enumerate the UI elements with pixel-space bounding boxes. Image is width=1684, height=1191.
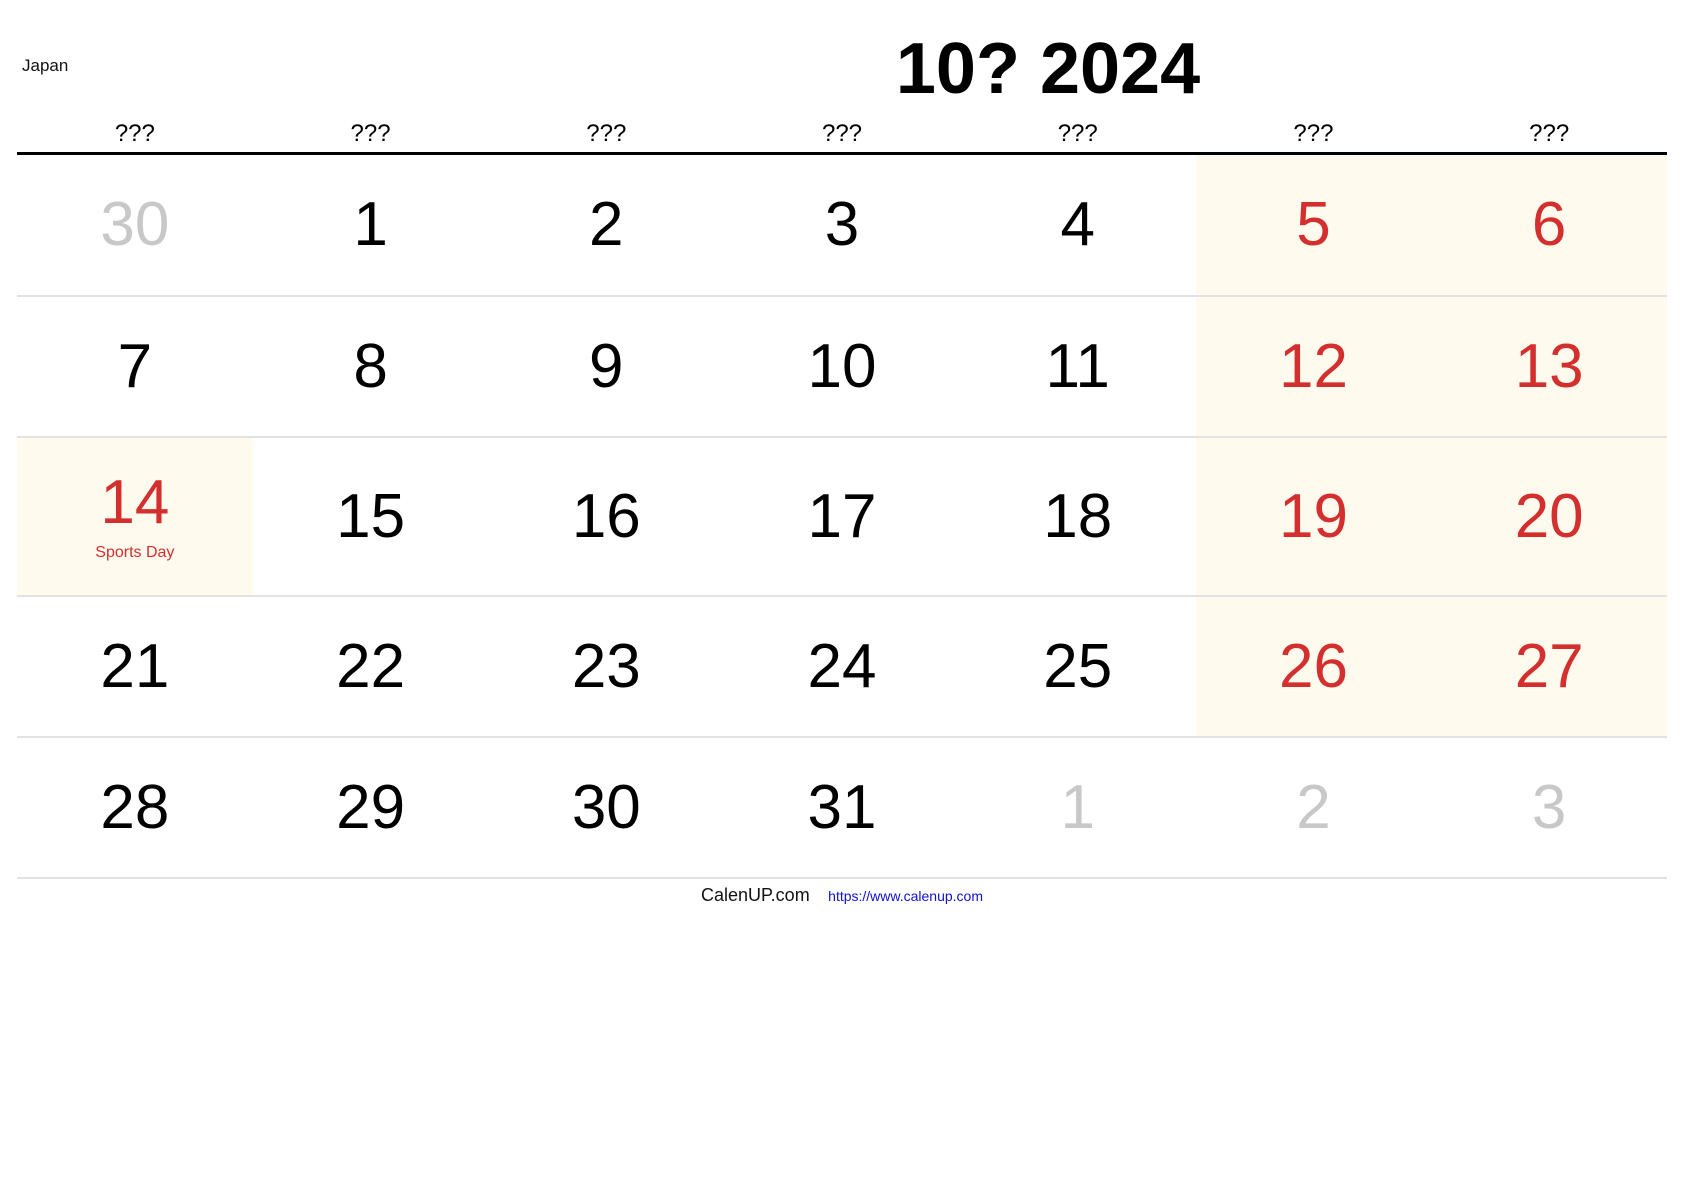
day-number: 15: [336, 481, 406, 551]
weekday-header: ???: [114, 120, 155, 147]
week-row: 28 29 30 31 1 2 3: [17, 738, 1667, 879]
calendar-grid: ??? ??? ??? ??? ??? ??? ??? 30 1 2 3 4 5 6 7 8 9 1…: [17, 120, 1668, 879]
day-number: 9: [589, 331, 624, 401]
day-number: 6: [1531, 190, 1567, 259]
holiday-label: Sports Day: [95, 543, 175, 561]
day-number: 29: [336, 772, 406, 842]
day-cell[interactable]: 20: [1431, 438, 1668, 595]
day-number: 20: [1514, 481, 1584, 551]
day-cell[interactable]: 25: [960, 597, 1196, 736]
day-number: 14: [100, 467, 170, 537]
day-number: 13: [1514, 331, 1584, 401]
day-cell[interactable]: 16: [488, 438, 724, 595]
day-number: 17: [807, 481, 877, 551]
day-cell[interactable]: 2: [1196, 738, 1432, 877]
day-cell[interactable]: 1: [253, 155, 489, 295]
day-number: 2: [1296, 772, 1331, 842]
day-cell[interactable]: 3: [1431, 738, 1667, 877]
week-row: 14 Sports Day 15 16 17 18 19 20: [17, 438, 1668, 597]
day-cell[interactable]: 12: [1195, 297, 1432, 436]
day-cell[interactable]: 22: [253, 597, 489, 736]
day-number: 30: [571, 772, 641, 842]
day-cell[interactable]: 13: [1431, 297, 1668, 436]
day-cell[interactable]: 26: [1195, 597, 1432, 736]
day-number: 27: [1514, 631, 1584, 701]
country-label: Japan: [22, 56, 69, 75]
day-number: 7: [117, 331, 153, 401]
day-cell[interactable]: 24: [724, 597, 960, 736]
month-title: 10? 2024: [895, 29, 1201, 109]
day-cell[interactable]: 7: [17, 297, 253, 436]
day-number: 16: [571, 481, 641, 551]
week-row: 30 1 2 3 4 5 6: [17, 155, 1668, 297]
day-cell[interactable]: 23: [488, 597, 724, 736]
day-cell[interactable]: 11: [960, 297, 1196, 436]
day-cell[interactable]: 3: [724, 155, 960, 295]
day-cell[interactable]: 14 Sports Day: [17, 438, 253, 595]
day-cell[interactable]: 30: [488, 738, 724, 877]
weekday-header: ???: [350, 120, 391, 147]
weeks-container: 30 1 2 3 4 5 6 7 8 9 10 11 12 13 14 Sports Day 15 16 17 18 1…: [17, 155, 1668, 879]
day-cell[interactable]: 31: [724, 738, 960, 877]
day-number: 10: [807, 331, 877, 401]
footer: CalenUP.com https://www.calenup.com: [0, 885, 1684, 906]
day-cell[interactable]: 21: [17, 597, 253, 736]
footer-url-link[interactable]: https://www.calenup.com: [828, 888, 983, 904]
day-number: 23: [571, 631, 641, 701]
day-number: 22: [336, 631, 406, 701]
day-number: 1: [353, 190, 388, 259]
day-cell[interactable]: 6: [1431, 155, 1668, 295]
day-number: 1: [1060, 772, 1095, 842]
day-cell[interactable]: 27: [1431, 597, 1668, 736]
day-number: 4: [1060, 190, 1095, 259]
day-cell[interactable]: 19: [1195, 438, 1432, 595]
day-number: 3: [824, 190, 860, 259]
weekday-header: ???: [1057, 120, 1098, 147]
day-number: 24: [807, 631, 877, 701]
day-number: 11: [1045, 331, 1110, 401]
day-cell[interactable]: 15: [253, 438, 489, 595]
weekday-header-row: ??? ??? ??? ??? ??? ??? ???: [17, 120, 1667, 155]
day-number: 28: [100, 772, 170, 842]
weekday-header: ???: [1529, 120, 1570, 147]
day-number: 3: [1531, 772, 1567, 842]
day-number: 12: [1278, 331, 1348, 401]
day-cell[interactable]: 30: [17, 155, 253, 295]
day-cell[interactable]: 28: [17, 738, 253, 877]
weekday-header: ???: [821, 120, 863, 147]
weekday-header: ???: [586, 120, 627, 147]
week-row: 7 8 9 10 11 12 13: [17, 297, 1668, 438]
day-cell[interactable]: 10: [724, 297, 960, 436]
day-cell[interactable]: 9: [488, 297, 724, 436]
weekday-header: ???: [1293, 120, 1334, 147]
day-number: 25: [1043, 631, 1113, 701]
footer-brand: CalenUP.com: [700, 885, 810, 905]
day-number: 19: [1278, 481, 1348, 551]
day-cell[interactable]: 29: [253, 738, 489, 877]
day-cell[interactable]: 4: [960, 155, 1196, 295]
day-number: 21: [100, 631, 170, 701]
day-number: 8: [353, 331, 388, 401]
day-number: 2: [589, 190, 624, 259]
day-cell[interactable]: 8: [253, 297, 489, 436]
day-number: 30: [100, 190, 170, 259]
day-cell[interactable]: 5: [1195, 155, 1432, 295]
day-cell[interactable]: 2: [488, 155, 724, 295]
day-number: 31: [807, 772, 877, 842]
week-row: 21 22 23 24 25 26 27: [17, 597, 1668, 738]
day-number: 5: [1296, 190, 1331, 259]
day-cell[interactable]: 18: [960, 438, 1196, 595]
day-cell[interactable]: 17: [724, 438, 960, 595]
day-cell[interactable]: 1: [960, 738, 1196, 877]
day-number: 18: [1043, 481, 1113, 551]
day-number: 26: [1278, 631, 1348, 701]
